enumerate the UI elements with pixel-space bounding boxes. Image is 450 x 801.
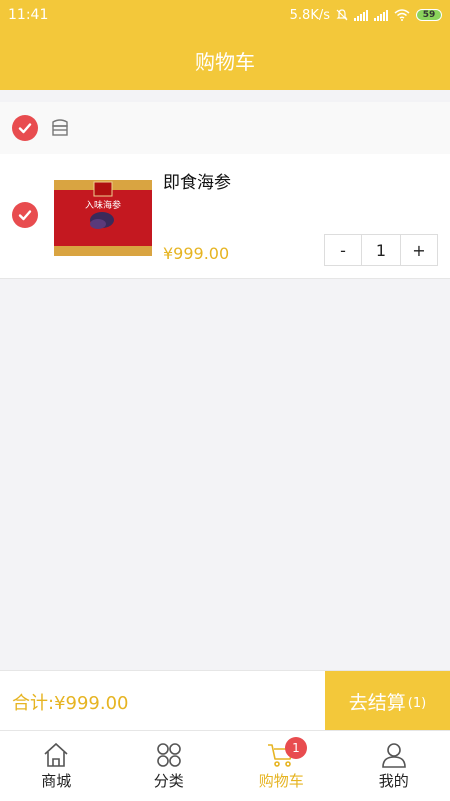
total-price: 合计:¥999.00 [12, 689, 129, 715]
tab-label: 商城 [41, 770, 71, 791]
tab-label: 分类 [154, 770, 184, 791]
wifi-icon [394, 9, 410, 21]
increase-button[interactable]: + [401, 235, 437, 265]
network-speed: 5.8K/s [290, 8, 330, 23]
store-icon [50, 118, 70, 138]
product-image-label: 入味海参 [85, 199, 121, 211]
cart-footer: 合计:¥999.00 去结算(1) [0, 670, 450, 731]
tab-home[interactable]: 商城 [0, 731, 113, 801]
user-icon [380, 742, 408, 768]
page-title: 购物车 [195, 46, 255, 75]
tab-cart[interactable]: 购物车 1 [225, 731, 338, 801]
tab-label: 我的 [379, 770, 409, 791]
product-title[interactable]: 即食海参 [163, 168, 231, 193]
cart-badge: 1 [285, 737, 307, 759]
status-icons: 5.8K/s 59 [290, 8, 442, 23]
shop-row [0, 102, 450, 155]
header: 购物车 [0, 30, 450, 90]
checkout-count: (1) [408, 696, 426, 711]
quantity-stepper: - 1 + [324, 234, 438, 266]
tab-label: 购物车 [259, 770, 304, 791]
decrease-button[interactable]: - [325, 235, 361, 265]
tab-profile[interactable]: 我的 [338, 731, 450, 801]
product-price: ¥999.00 [163, 244, 229, 263]
tab-bar: 商城 分类 购物车 1 我的 [0, 730, 450, 801]
status-time: 11:41 [8, 7, 48, 23]
product-image[interactable]: 入味海参 [54, 180, 152, 256]
item-select-checkbox[interactable] [12, 202, 38, 228]
checkmark-icon [17, 207, 33, 223]
category-icon [155, 742, 183, 768]
tab-category[interactable]: 分类 [113, 731, 226, 801]
status-bar: 11:41 5.8K/s 59 [0, 0, 450, 30]
checkout-label: 去结算 [349, 688, 406, 715]
battery-icon: 59 [416, 9, 442, 21]
quantity-value[interactable]: 1 [361, 235, 401, 265]
checkout-button[interactable]: 去结算(1) [325, 671, 450, 731]
home-icon [42, 742, 70, 768]
mute-icon [336, 9, 348, 21]
signal-icon-2 [374, 10, 388, 21]
signal-icon [354, 10, 368, 21]
checkmark-icon [17, 120, 33, 136]
shop-select-checkbox[interactable] [12, 115, 38, 141]
